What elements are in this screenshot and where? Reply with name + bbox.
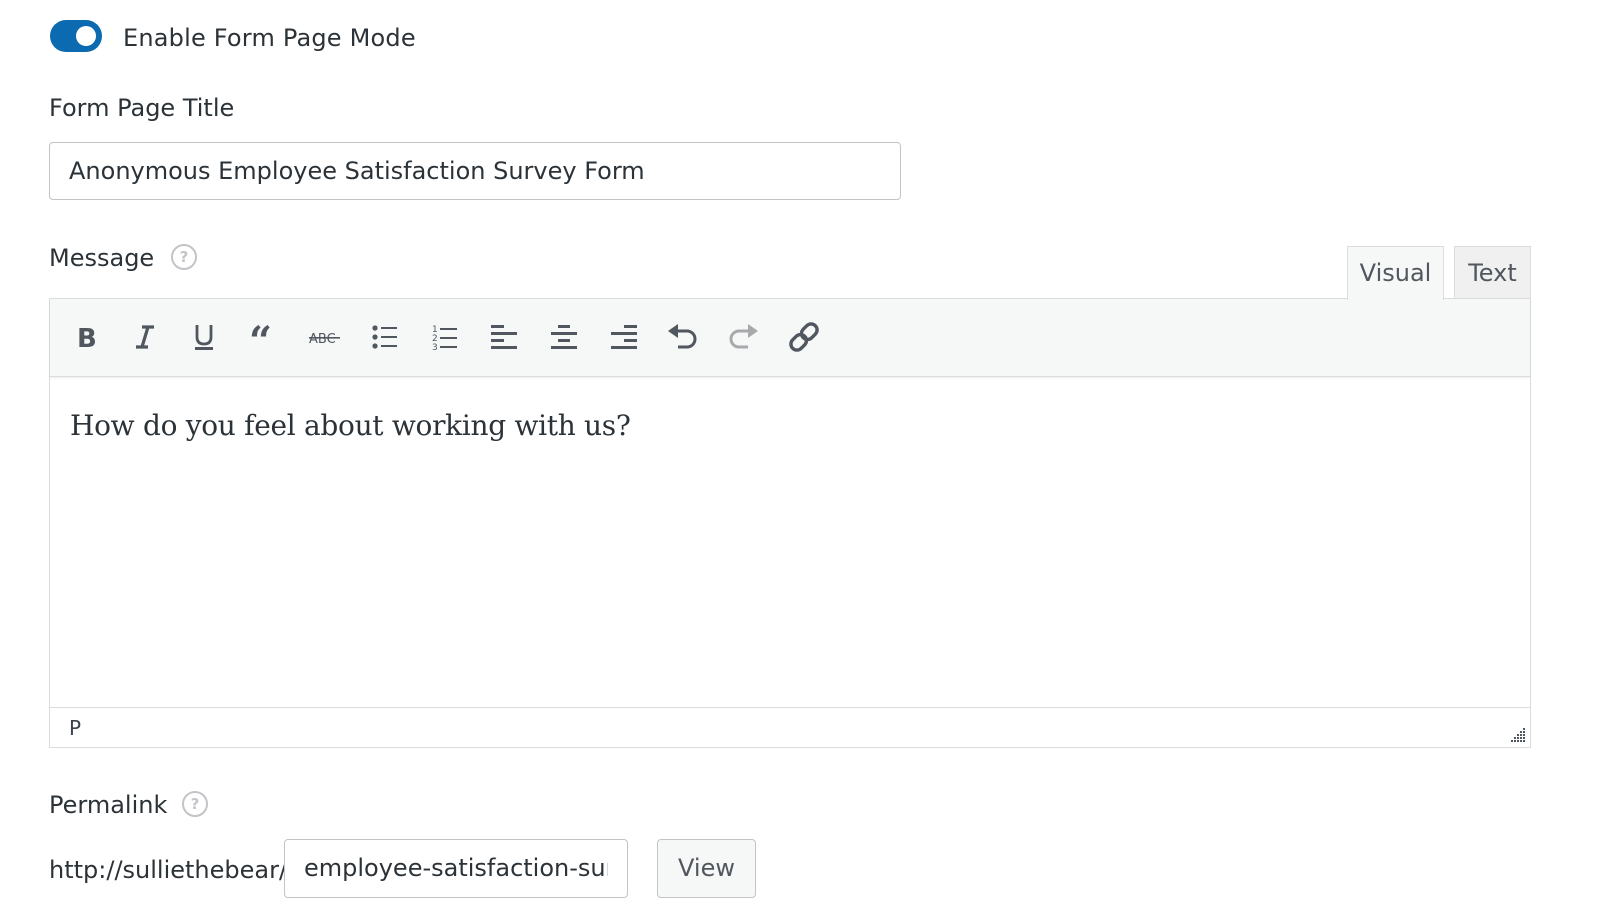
editor-statusbar: P <box>50 707 1530 747</box>
message-editor: B “ ABC 1 2 3 How do you feel about work… <box>49 298 1531 748</box>
italic-button[interactable] <box>125 317 165 357</box>
bullet-list-button[interactable] <box>365 317 405 357</box>
align-left-icon <box>491 325 517 349</box>
svg-text:B: B <box>77 324 97 350</box>
message-label: Message <box>49 244 155 272</box>
tab-text[interactable]: Text <box>1454 246 1531 299</box>
bold-button[interactable]: B <box>66 317 106 357</box>
bold-icon: B <box>77 324 97 350</box>
align-right-icon <box>611 325 637 349</box>
toggle-knob <box>76 26 96 46</box>
numbered-list-icon: 1 2 3 <box>432 325 457 351</box>
message-help-icon[interactable]: ? <box>171 244 197 270</box>
resize-handle-icon[interactable] <box>1510 727 1526 743</box>
undo-button[interactable] <box>663 317 703 357</box>
bullet-list-icon <box>372 325 397 349</box>
align-center-button[interactable] <box>544 317 584 357</box>
redo-button[interactable] <box>723 317 763 357</box>
blockquote-button[interactable]: “ <box>245 317 285 357</box>
svg-text:“: “ <box>249 324 272 350</box>
italic-icon <box>136 325 154 349</box>
editor-toolbar: B “ ABC 1 2 3 <box>50 299 1530 377</box>
permalink-slug-input[interactable] <box>284 839 628 898</box>
form-page-title-input[interactable] <box>49 142 901 200</box>
form-page-title-label: Form Page Title <box>49 94 235 122</box>
svg-text:3: 3 <box>432 343 438 351</box>
undo-icon <box>668 324 697 349</box>
svg-text:ABC: ABC <box>309 332 336 347</box>
numbered-list-button[interactable]: 1 2 3 <box>425 317 465 357</box>
strikethrough-icon: ABC <box>309 332 340 347</box>
blockquote-icon: “ <box>249 324 272 350</box>
element-path[interactable]: P <box>69 708 81 748</box>
insert-link-button[interactable] <box>784 317 824 357</box>
permalink-label: Permalink <box>49 791 168 819</box>
editor-content[interactable]: How do you feel about working with us? <box>70 409 631 442</box>
strikethrough-button[interactable]: ABC <box>305 317 345 357</box>
underline-button[interactable] <box>184 317 224 357</box>
permalink-help-icon[interactable]: ? <box>182 791 208 817</box>
align-right-button[interactable] <box>604 317 644 357</box>
link-icon <box>789 322 819 352</box>
view-button[interactable]: View <box>657 839 756 898</box>
align-center-icon <box>551 325 577 349</box>
redo-icon <box>729 324 758 349</box>
tab-visual[interactable]: Visual <box>1347 246 1444 300</box>
align-left-button[interactable] <box>484 317 524 357</box>
form-page-mode-toggle[interactable] <box>50 20 102 52</box>
form-page-mode-label: Enable Form Page Mode <box>123 24 416 52</box>
underline-icon <box>195 325 213 350</box>
permalink-url-prefix: http://sulliethebear/ <box>49 856 288 884</box>
